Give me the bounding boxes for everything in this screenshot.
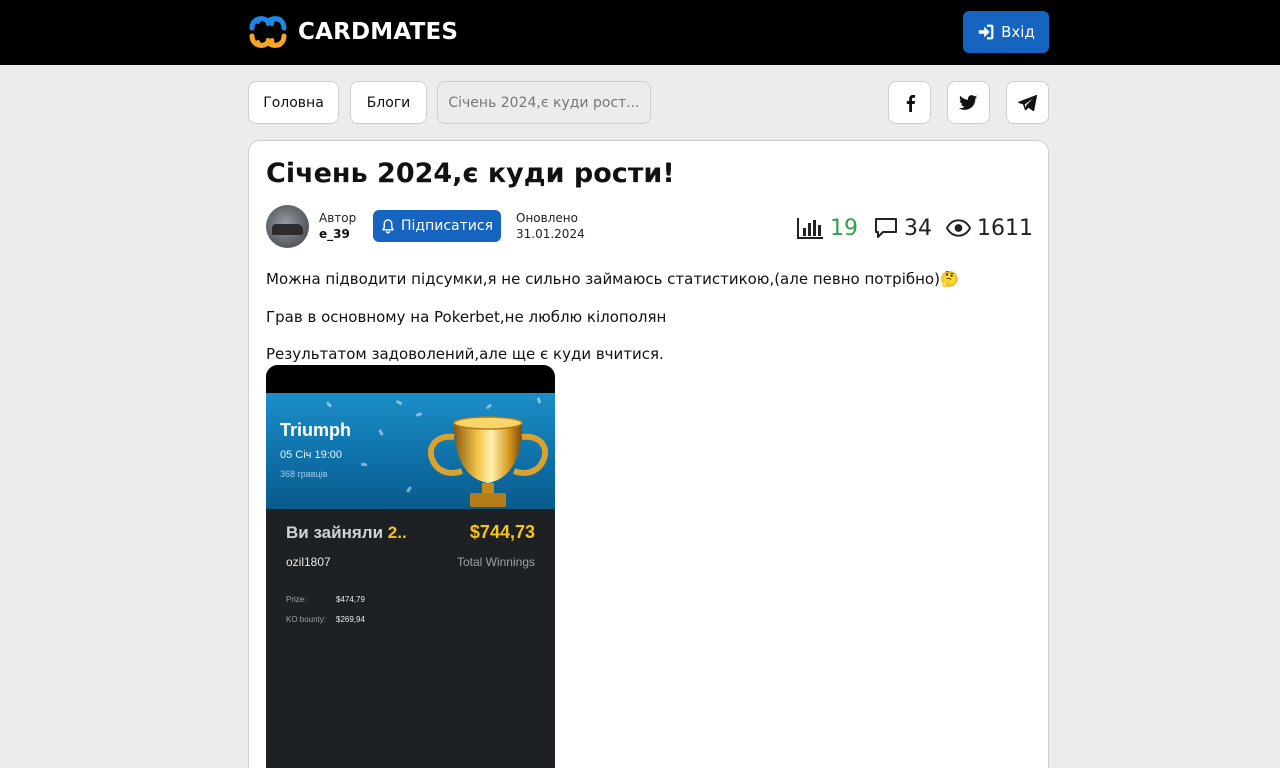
login-label: Вхід xyxy=(1001,23,1035,41)
bounty-value: $269,94 xyxy=(336,615,365,624)
prize-label: Prize: xyxy=(286,595,307,604)
finish-place-prefix: Ви зайняли xyxy=(286,523,384,542)
tournament-result-image[interactable]: Triumph 05 Січ 19:00 368 гравців Ви зайн… xyxy=(266,365,555,768)
brand-logo[interactable]: CARDMATES xyxy=(248,10,458,54)
breadcrumb-current: Січень 2024,є куди рост... xyxy=(437,81,651,124)
brand-name: CARDMATES xyxy=(298,19,459,45)
breadcrumb-blogs-label: Блоги xyxy=(366,94,411,111)
total-winnings-label: Total Winnings xyxy=(456,555,535,569)
eye-icon xyxy=(946,219,971,237)
comment-icon xyxy=(875,218,897,238)
article-title: Січень 2024,є куди рости! xyxy=(266,158,675,189)
total-winnings-amount: $744,73 xyxy=(469,522,535,542)
subscribe-button[interactable]: Підписатися xyxy=(373,210,501,242)
confetti xyxy=(536,397,542,404)
top-header: CARDMATES Вхід xyxy=(0,0,1280,65)
login-icon xyxy=(978,24,994,40)
comments-value: 34 xyxy=(904,215,932,241)
share-telegram-button[interactable] xyxy=(1006,81,1049,124)
tournament-players: 368 гравців xyxy=(280,469,328,479)
prize-value: $474,79 xyxy=(336,595,365,604)
trophy-icon xyxy=(427,416,549,507)
views-value: 1611 xyxy=(977,215,1033,241)
author-avatar[interactable] xyxy=(266,205,309,248)
bell-icon xyxy=(382,218,394,234)
comments-stat[interactable]: 34 xyxy=(874,213,932,243)
finish-place: Ви зайняли 2.. xyxy=(286,523,407,543)
updated-label: Оновлено xyxy=(516,211,578,225)
views-stat: 1611 xyxy=(946,213,1033,243)
confetti xyxy=(395,399,403,406)
breadcrumb-home[interactable]: Головна xyxy=(248,81,339,124)
confetti xyxy=(378,429,384,436)
tournament-banner: Triumph 05 Січ 19:00 368 гравців xyxy=(266,393,555,509)
tournament-name: Triumph xyxy=(280,420,351,440)
breadcrumb-home-label: Головна xyxy=(263,94,324,111)
confetti xyxy=(406,486,412,493)
bounty-label: KO bounty: xyxy=(286,615,327,624)
facebook-icon xyxy=(906,94,915,112)
bar-chart-icon xyxy=(797,218,823,239)
confetti xyxy=(325,401,333,408)
article-paragraph: Результатом задоволений,але ще є куди вч… xyxy=(266,345,664,363)
player-nickname: ozil1807 xyxy=(286,555,331,569)
subscribe-label: Підписатися xyxy=(401,218,493,234)
cardmates-logo-icon xyxy=(249,16,287,48)
author-name-link[interactable]: e_39 xyxy=(319,227,350,241)
image-top-bar xyxy=(266,365,555,393)
author-label: Автор xyxy=(319,211,357,225)
article-paragraph: Грав в основному на Pokerbet,не люблю кі… xyxy=(266,308,667,326)
confetti xyxy=(360,462,368,467)
telegram-icon xyxy=(1018,94,1037,111)
breadcrumb-blogs[interactable]: Блоги xyxy=(350,81,427,124)
login-button[interactable]: Вхід xyxy=(963,11,1049,53)
article-card: Січень 2024,є куди рости! Автор e_39 Під… xyxy=(248,140,1049,768)
twitter-icon xyxy=(959,94,978,110)
confetti xyxy=(415,412,423,417)
updated-date: 31.01.2024 xyxy=(516,227,585,241)
breadcrumb-current-label: Січень 2024,є куди рост... xyxy=(448,94,640,111)
share-facebook-button[interactable] xyxy=(888,81,931,124)
finish-place-value: 2.. xyxy=(387,523,407,542)
tournament-date: 05 Січ 19:00 xyxy=(280,449,342,461)
share-twitter-button[interactable] xyxy=(947,81,990,124)
avatar-car-shape xyxy=(272,224,303,235)
rating-value: 19 xyxy=(830,215,858,241)
rating-stat: 19 xyxy=(797,213,858,243)
article-paragraph: Можна підводити підсумки,я не сильно зай… xyxy=(266,270,959,288)
